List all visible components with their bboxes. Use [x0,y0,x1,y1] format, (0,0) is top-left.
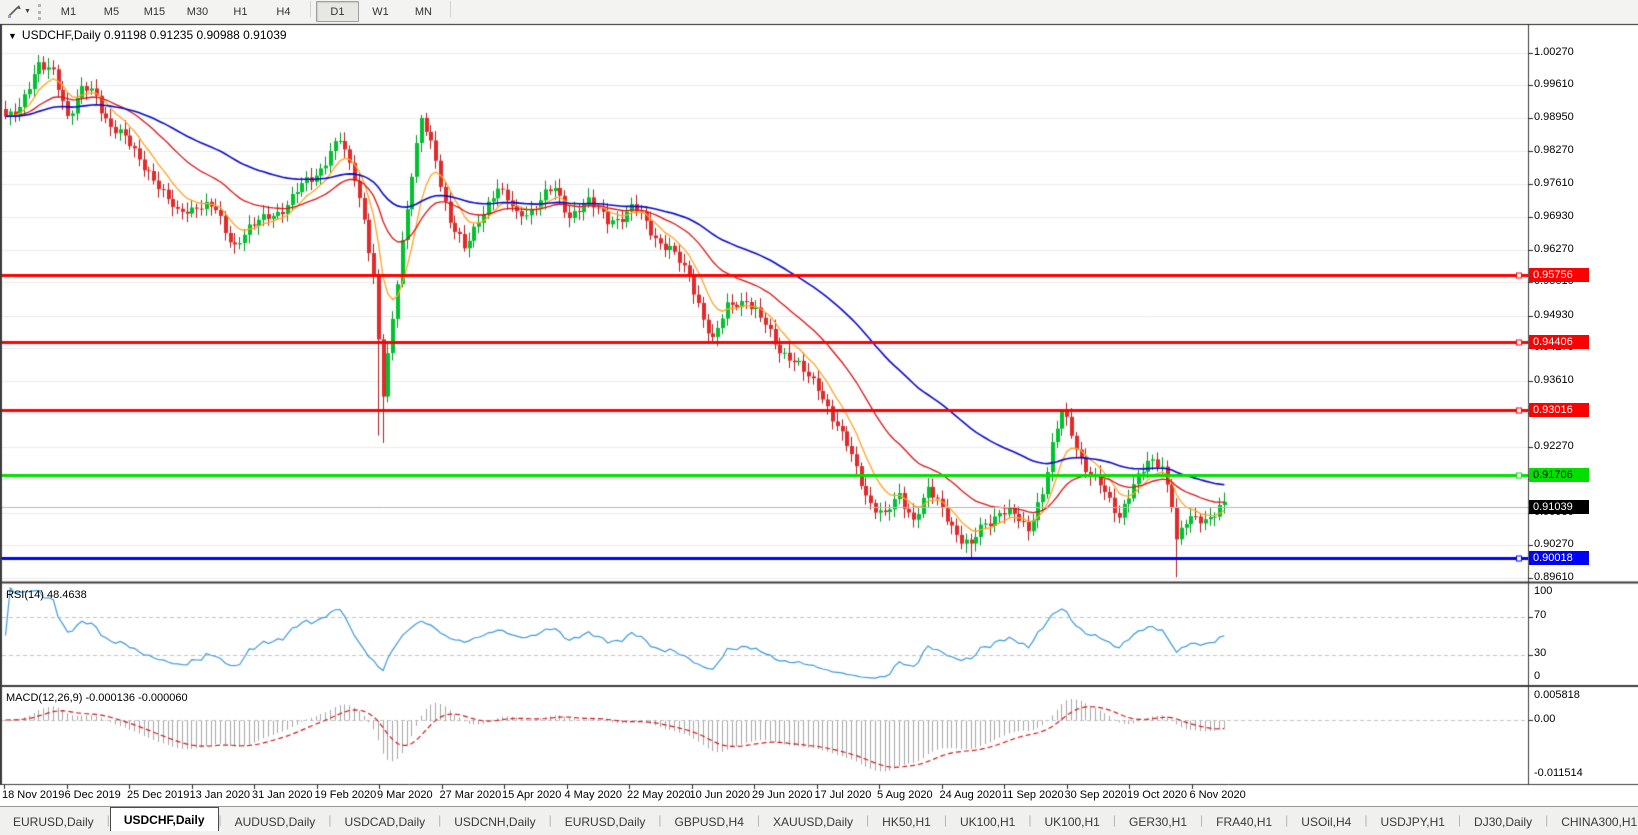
date-axis-label: 6 Dec 2019 [64,789,121,801]
date-axis-label: 5 Aug 2020 [877,789,933,801]
chart-tab-china300-h1[interactable]: CHINA300,H1 [1548,812,1638,832]
chart-tab-xauusd-daily[interactable]: XAUUSD,Daily [760,812,866,832]
timeframe-button-m5[interactable]: M5 [90,1,133,22]
hline-price-badge: 0.90018 [1529,550,1589,565]
rsi-indicator-label: RSI(14) 48.4638 [6,589,87,601]
chart-tab-usoil-h4[interactable]: USOil,H4 [1288,812,1364,832]
toolbar-separator [449,1,451,17]
chart-tab-usdjpy-h1[interactable]: USDJPY,H1 [1367,812,1457,832]
chart-tab-fra40-h1[interactable]: FRA40,H1 [1203,812,1285,832]
chart-tab-eurusd-daily[interactable]: EURUSD,Daily [0,812,107,832]
date-axis-label: 13 Jan 2020 [189,789,251,801]
date-axis-label: 22 May 2020 [627,789,691,801]
date-axis-label: 19 Feb 2020 [314,789,377,801]
date-axis-label: 27 Mar 2020 [439,789,502,801]
price-tick-label: 0.96930 [1534,210,1574,223]
date-axis-label: 18 Nov 2019 [2,789,65,801]
rsi-tick-label: 0 [1534,670,1541,682]
price-tick-label: 0.93610 [1534,373,1574,386]
toolbar-separator [309,1,311,17]
timeframe-button-mn[interactable]: MN [402,1,445,22]
date-axis-label: 29 Jun 2020 [752,789,813,801]
date-axis-label: 9 Mar 2020 [377,789,433,801]
trendline-dropdown-icon[interactable]: ▼ [24,8,31,15]
date-axis-label: 10 Jun 2020 [689,789,751,801]
date-axis-label: 6 Nov 2020 [1189,789,1246,801]
date-axis-label: 30 Sep 2020 [1064,789,1127,801]
timeframe-toolbar: ▼ M1 M5 M15 M30 H1 H4 D1 W1 MN [0,0,1638,24]
chart-tab-uk100-h1[interactable]: UK100,H1 [1031,812,1112,832]
hline-price-badge: 0.93016 [1529,403,1589,418]
rsi-tick-label: 100 [1534,585,1553,597]
mt4-terminal: { "icons": { "chart_marker": "▼", "toolb… [0,0,1638,835]
macd-indicator-label: MACD(12,26,9) -0.000136 -0.000060 [6,692,188,704]
macd-tick-label: 0.005818 [1534,689,1580,701]
timeframe-button-m15[interactable]: M15 [133,1,176,22]
date-axis-label: 4 May 2020 [564,789,622,801]
timeframe-button-h4[interactable]: H4 [262,1,305,22]
chart-tab-hk50-h1[interactable]: HK50,H1 [869,812,944,832]
hline-price-badge: 0.94406 [1529,334,1589,349]
date-axis-label: 11 Sep 2020 [1002,789,1064,801]
rsi-tick-label: 70 [1534,609,1547,621]
chart-tab-dj30-daily[interactable]: DJ30,Daily [1461,812,1545,832]
price-tick-label: 0.98270 [1534,144,1574,157]
chart-collapse-icon[interactable]: ▼ [8,31,17,41]
chart-tab-usdchf-daily[interactable]: USDCHF,Daily [109,807,219,832]
date-axis-label: 24 Aug 2020 [939,789,1002,801]
chart-title-text: USDCHF,Daily 0.91198 0.91235 0.90988 0.9… [21,28,287,42]
date-axis-label: 17 Jul 2020 [814,789,872,801]
hline-price-badge: 0.95756 [1529,268,1589,283]
rsi-tick-label: 30 [1534,647,1547,659]
date-axis-label: 31 Jan 2020 [252,789,313,801]
hline-price-badge: 0.91706 [1529,467,1589,482]
price-tick-label: 0.92270 [1534,439,1574,452]
timeframe-button-d1[interactable]: D1 [315,1,359,22]
chart-tab-gbpusd-h4[interactable]: GBPUSD,H4 [662,812,757,832]
chart-title: ▼ USDCHF,Daily 0.91198 0.91235 0.90988 0.… [8,28,287,42]
trendline-tool-icon[interactable] [4,3,24,21]
timeframe-buttons: M1 M5 M15 M30 H1 H4 D1 W1 MN [47,1,456,22]
date-axis-label: 25 Dec 2019 [127,789,190,801]
chart-canvas[interactable] [0,0,1638,835]
current-price-badge: 0.91039 [1529,500,1589,515]
status-strip [0,831,1638,835]
price-tick-label: 0.99610 [1534,78,1574,91]
chart-tab-ger30-h1[interactable]: GER30,H1 [1116,812,1200,832]
chart-tab-bar: EURUSD,Daily | USDCHF,Daily | AUDUSD,Daily | U… [0,806,1638,832]
price-tick-label: 0.90270 [1534,538,1574,551]
price-tick-label: 0.89610 [1534,570,1574,583]
chart-tab-audusd-daily[interactable]: AUDUSD,Daily [222,812,329,832]
price-tick-label: 0.98950 [1534,110,1574,123]
timeframe-button-m1[interactable]: M1 [47,1,90,22]
date-axis-label: 19 Oct 2020 [1127,789,1187,801]
date-axis-label: 15 Apr 2020 [502,789,562,801]
price-tick-label: 1.00270 [1534,46,1574,58]
chart-tab-usdcnh-daily[interactable]: USDCNH,Daily [441,812,548,832]
price-tick-label: 0.94930 [1534,308,1574,321]
timeframe-button-m30[interactable]: M30 [176,1,219,22]
toolbar-drag-handle[interactable] [37,3,41,20]
timeframe-button-h1[interactable]: H1 [219,1,262,22]
timeframe-button-w1[interactable]: W1 [359,1,402,22]
chart-tab-eurusd-daily[interactable]: EURUSD,Daily [552,812,659,832]
macd-tick-label: -0.011514 [1534,767,1583,779]
price-tick-label: 0.97610 [1534,176,1574,189]
macd-tick-label: 0.00 [1534,713,1556,725]
price-tick-label: 0.96270 [1534,242,1574,255]
chart-tab-usdcad-daily[interactable]: USDCAD,Daily [331,812,438,832]
chart-tab-uk100-h1[interactable]: UK100,H1 [947,812,1028,832]
